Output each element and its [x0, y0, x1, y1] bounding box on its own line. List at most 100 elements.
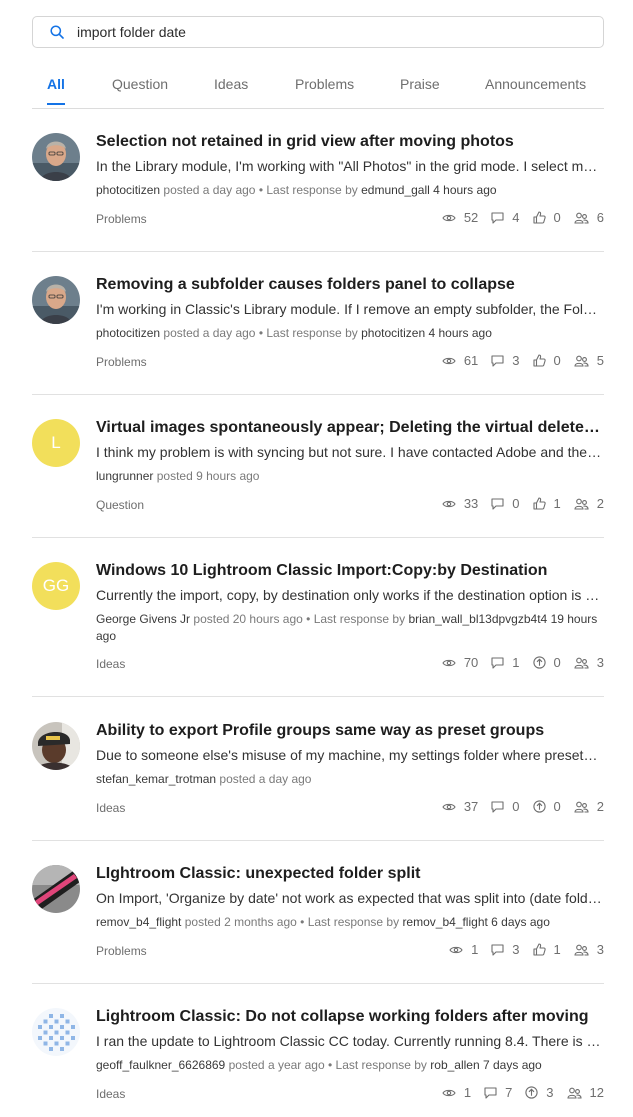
post-category[interactable]: Problems [96, 355, 147, 369]
followers-stat: 2 [574, 799, 604, 814]
post-category[interactable]: Question [96, 498, 144, 512]
post-meta: stefan_kemar_trotman posted a day ago [96, 771, 604, 788]
last-response-user[interactable]: remov_b4_flight [402, 915, 487, 929]
post-title[interactable]: Windows 10 Lightroom Classic Import:Copy… [96, 562, 604, 580]
votes-stat[interactable]: 0 [532, 799, 561, 814]
votes-count: 0 [553, 799, 561, 814]
post-excerpt: I think my problem is with syncing but n… [96, 444, 604, 460]
replies-stat: 0 [491, 496, 520, 511]
post-meta: geoff_faulkner_6626869 posted a year ago… [96, 1057, 604, 1074]
last-response-user[interactable]: photocitizen [361, 326, 425, 340]
post-title[interactable]: Virtual images spontaneously appear; Del… [96, 419, 604, 437]
votes-count: 0 [553, 353, 561, 368]
search-box[interactable] [32, 16, 604, 48]
post-category[interactable]: Ideas [96, 1087, 125, 1101]
avatar[interactable] [32, 276, 80, 324]
followers-count: 6 [596, 210, 604, 225]
views-count: 70 [463, 655, 479, 670]
search-input[interactable] [77, 24, 557, 40]
tab-ideas[interactable]: Ideas [214, 76, 248, 103]
post-title[interactable]: Lightroom Classic: Do not collapse worki… [96, 1008, 604, 1026]
followers-count: 3 [596, 655, 604, 670]
last-response-label: • Last response by [258, 183, 358, 197]
upvote-icon [532, 656, 550, 669]
tab-all[interactable]: All [47, 76, 65, 105]
last-response-time: 4 hours ago [433, 183, 497, 197]
avatar[interactable] [32, 865, 80, 913]
upvote-icon [532, 800, 550, 813]
followers-count: 12 [589, 1085, 604, 1100]
thumbs-up-icon [532, 354, 550, 367]
avatar-initials: L [51, 433, 61, 452]
divider [32, 537, 604, 538]
votes-stat[interactable]: 1 [532, 496, 561, 511]
last-response-user[interactable]: rob_allen [430, 1058, 479, 1072]
thumbs-up-icon [532, 943, 550, 956]
post-category[interactable]: Problems [96, 944, 147, 958]
avatar[interactable]: L [32, 419, 80, 467]
last-response-label: • Last response by [258, 326, 358, 340]
posted-time: posted 2 months ago [184, 915, 297, 929]
post-title[interactable]: Ability to export Profile groups same wa… [96, 722, 604, 740]
post-category[interactable]: Ideas [96, 657, 125, 671]
post-excerpt: Due to someone else's misuse of my machi… [96, 747, 604, 763]
posted-time: posted a year ago [228, 1058, 325, 1072]
author-link[interactable]: lungrunner [96, 469, 153, 483]
tab-question[interactable]: Question [112, 76, 168, 103]
tab-praise[interactable]: Praise [400, 76, 440, 103]
thumbs-up-icon [532, 497, 550, 510]
votes-stat[interactable]: 0 [532, 210, 561, 225]
thumbs-up-icon [532, 211, 550, 224]
post-title[interactable]: LIghtroom Classic: unexpected folder spl… [96, 865, 604, 883]
author-link[interactable]: George Givens Jr [96, 612, 190, 626]
views-stat: 52 [442, 210, 478, 225]
posted-time: posted 9 hours ago [156, 469, 260, 483]
votes-stat[interactable]: 0 [532, 655, 561, 670]
last-response-user[interactable]: edmund_gall [361, 183, 430, 197]
post-title[interactable]: Selection not retained in grid view afte… [96, 133, 604, 151]
replies-count: 7 [505, 1085, 513, 1100]
views-count: 33 [463, 496, 479, 511]
author-link[interactable]: stefan_kemar_trotman [96, 772, 216, 786]
post-title[interactable]: Removing a subfolder causes folders pane… [96, 276, 604, 294]
post-item: Ability to export Profile groups same wa… [32, 722, 604, 841]
author-link[interactable]: remov_b4_flight [96, 915, 181, 929]
followers-stat: 3 [574, 942, 604, 957]
comment-icon [491, 211, 508, 224]
votes-stat[interactable]: 3 [525, 1085, 554, 1100]
tab-problems[interactable]: Problems [295, 76, 354, 103]
views-stat: 61 [442, 353, 478, 368]
filter-tabs: All Question Ideas Problems Praise Annou… [32, 66, 604, 109]
last-response-user[interactable]: brian_wall_bl13dpvgzb4t4 [408, 612, 547, 626]
author-link[interactable]: photocitizen [96, 326, 160, 340]
votes-stat[interactable]: 1 [532, 942, 561, 957]
views-count: 52 [463, 210, 479, 225]
views-count: 1 [471, 942, 479, 957]
followers-count: 2 [596, 799, 604, 814]
replies-count: 1 [512, 655, 520, 670]
avatar[interactable] [32, 133, 80, 181]
tab-announcements[interactable]: Announcements [485, 76, 586, 103]
followers-stat: 6 [574, 210, 604, 225]
post-category[interactable]: Ideas [96, 801, 125, 815]
post-meta: photocitizen posted a day ago • Last res… [96, 325, 604, 342]
avatar-image [32, 722, 80, 770]
divider [32, 696, 604, 697]
avatar-image [32, 133, 80, 181]
votes-stat[interactable]: 0 [532, 353, 561, 368]
post-stats: 1 7 3 12 [429, 1085, 604, 1100]
replies-count: 3 [512, 353, 520, 368]
avatar[interactable] [32, 1008, 80, 1056]
replies-stat: 1 [491, 655, 520, 670]
post-category[interactable]: Problems [96, 212, 147, 226]
eye-icon [442, 356, 460, 366]
avatar[interactable] [32, 722, 80, 770]
replies-stat: 0 [491, 799, 520, 814]
followers-icon [574, 212, 593, 224]
search-icon [50, 25, 64, 39]
views-stat: 33 [442, 496, 478, 511]
followers-icon [574, 355, 593, 367]
avatar[interactable]: GG [32, 562, 80, 610]
author-link[interactable]: photocitizen [96, 183, 160, 197]
author-link[interactable]: geoff_faulkner_6626869 [96, 1058, 225, 1072]
